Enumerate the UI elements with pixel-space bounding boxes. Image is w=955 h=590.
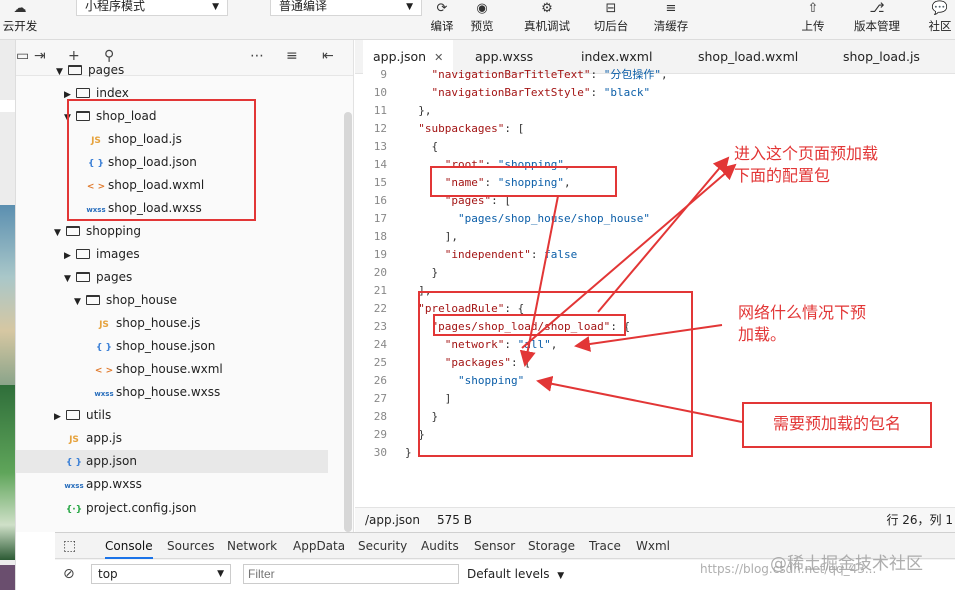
- note-line: 进入这个页面预加载: [734, 144, 879, 163]
- annotation-note-preload-page: 进入这个页面预加载 下面的配置包: [734, 143, 878, 187]
- tab-sources[interactable]: Sources: [167, 533, 214, 559]
- tab-network[interactable]: Network: [227, 533, 277, 559]
- tab-sensor[interactable]: Sensor: [474, 533, 515, 559]
- annotation-arrows: [519, 156, 743, 423]
- watermark-url: https://blog.csdn.net/qq_43...: [700, 562, 877, 576]
- arrow-to-shopping: [536, 375, 743, 423]
- tab-audits[interactable]: Audits: [421, 533, 459, 559]
- chevron-down-icon: ▼: [217, 569, 224, 579]
- arrow-to-packages: [519, 195, 559, 367]
- tab-security[interactable]: Security: [358, 533, 407, 559]
- annotation-note-packages: 需要预加载的包名: [742, 402, 932, 448]
- note-line: 需要预加载的包名: [772, 414, 901, 433]
- tab-wxml[interactable]: Wxml: [636, 533, 670, 559]
- context-select[interactable]: top ▼: [91, 564, 231, 584]
- arrow-to-network: [574, 324, 723, 352]
- context-value: top: [98, 567, 118, 581]
- note-line: 网络什么情况下预: [738, 303, 867, 322]
- tab-trace[interactable]: Trace: [589, 533, 621, 559]
- console-filter-input[interactable]: [243, 564, 459, 584]
- arrow-to-note1: [521, 163, 737, 349]
- arrow-to-note1: [597, 156, 730, 313]
- annotation-note-network: 网络什么情况下预 加载。: [738, 302, 866, 346]
- note-line: 加载。: [738, 325, 787, 344]
- levels-select[interactable]: Default levels ▼: [467, 564, 564, 586]
- note-line: 下面的配置包: [734, 166, 831, 185]
- inspect-icon[interactable]: ⬚: [63, 533, 76, 559]
- chevron-down-icon: ▼: [557, 571, 565, 581]
- levels-value: Default levels: [467, 567, 550, 581]
- clear-console-icon[interactable]: ⊘: [63, 566, 75, 582]
- tab-console[interactable]: Console: [105, 533, 153, 559]
- tab-storage[interactable]: Storage: [528, 533, 575, 559]
- tab-appdata[interactable]: AppData: [293, 533, 345, 559]
